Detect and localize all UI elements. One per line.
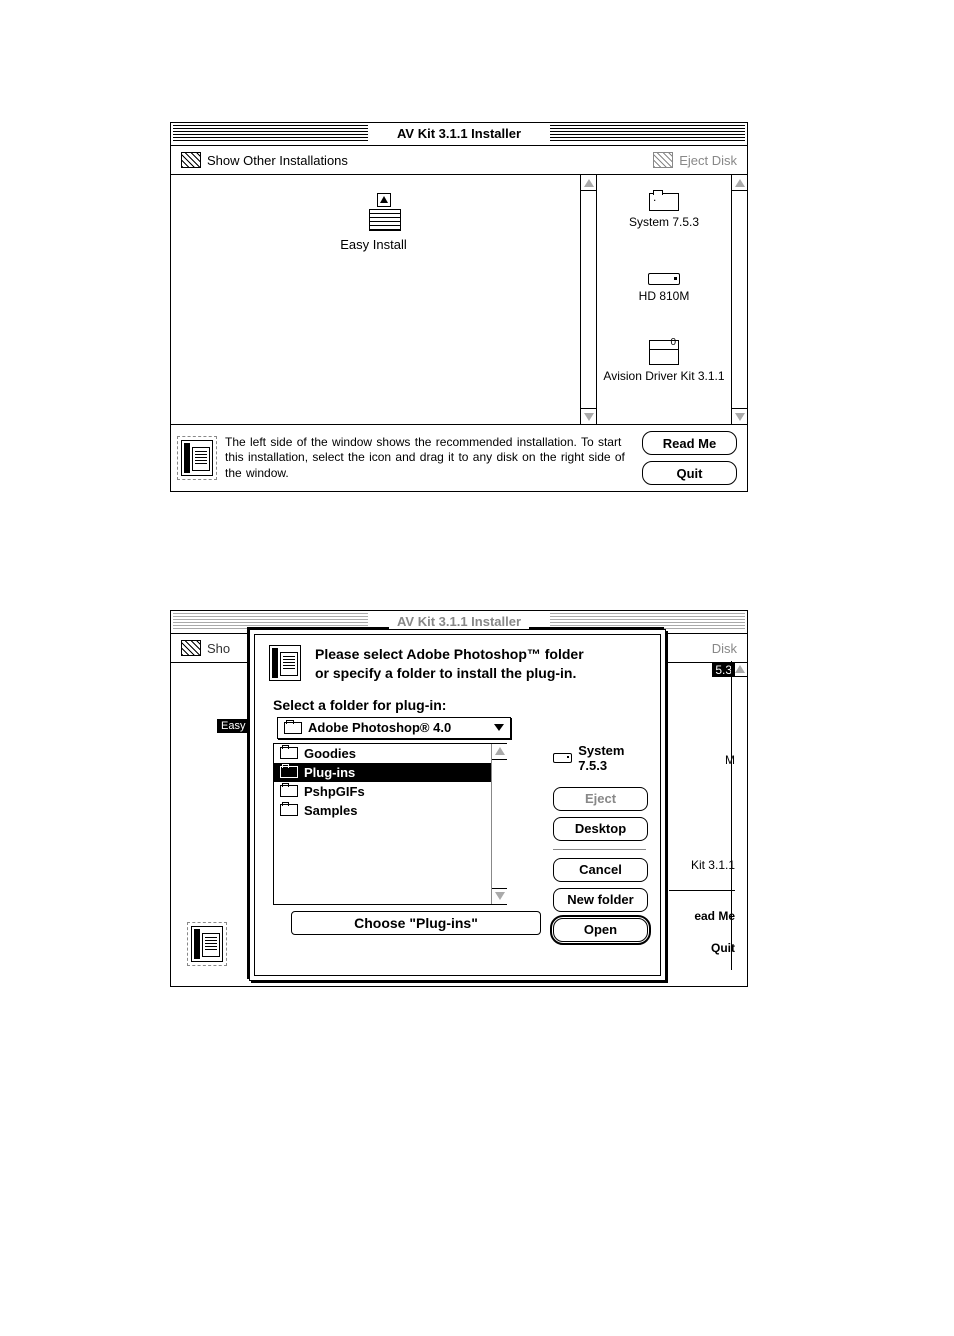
choose-button[interactable]: Choose "Plug-ins": [291, 911, 541, 935]
list-item[interactable]: Goodies: [274, 744, 506, 763]
disk-item[interactable]: System 7.5.3: [597, 193, 731, 229]
option-label: Disk: [712, 641, 737, 656]
section-label: Select a folder for plug-in:: [255, 687, 660, 717]
installer-window-2: AV Kit 3.1.1 Installer Sho Disk Easy 5.3…: [170, 610, 748, 987]
quit-button[interactable]: Quit: [642, 461, 737, 485]
disk-label: System 7.5.3: [597, 215, 731, 229]
open-button[interactable]: Open: [553, 918, 648, 942]
desktop-button[interactable]: Desktop: [553, 817, 648, 841]
dialog-heading: Please select Adobe Photoshop™ folder or…: [315, 645, 584, 683]
disk-item[interactable]: Avision Driver Kit 3.1.1: [597, 340, 731, 383]
choose-label: Choose "Plug-ins": [354, 915, 478, 931]
bg-scrollbar: [731, 661, 747, 970]
bg-label: M: [669, 753, 735, 767]
list-item[interactable]: Plug-ins: [274, 763, 506, 782]
harddisk-icon: [648, 273, 680, 285]
bottom-panel: The left side of the window shows the re…: [171, 425, 747, 491]
show-other-installations[interactable]: Show Other Installations: [181, 152, 348, 168]
eject-disk: Eject Disk: [653, 152, 737, 168]
disk-label: System 7.5.3: [578, 743, 646, 773]
installations-pane[interactable]: Easy Install: [171, 175, 597, 425]
scrollbar[interactable]: [731, 175, 747, 424]
disk-label: HD 810M: [597, 289, 731, 303]
scroll-up-icon: [495, 747, 505, 755]
option-label: Sho: [207, 641, 230, 656]
bg-label: Kit 3.1.1: [669, 858, 735, 872]
list-item[interactable]: Samples: [274, 801, 506, 820]
readme-button[interactable]: Read Me: [642, 431, 737, 455]
background-right-column: 5.3 M Kit 3.1.1 ead Me Quit: [669, 663, 735, 973]
harddisk-icon: [553, 753, 572, 763]
list-item[interactable]: PshpGIFs: [274, 782, 506, 801]
folder-popup[interactable]: Adobe Photoshop® 4.0: [277, 717, 511, 739]
bg-readme: ead Me: [669, 909, 735, 923]
folder-icon: [280, 785, 298, 797]
hatch-icon: [181, 152, 201, 168]
window-title: AV Kit 3.1.1 Installer: [389, 126, 529, 141]
eject-trunc: Disk: [712, 641, 737, 656]
scrollbar[interactable]: [580, 175, 596, 424]
installer-disk-icon: [269, 645, 301, 681]
bg-quit: Quit: [669, 941, 735, 955]
easy-install-icon[interactable]: [367, 193, 401, 231]
option-label: Show Other Installations: [207, 153, 348, 168]
list-item-label: Plug-ins: [304, 765, 355, 780]
popup-label: Adobe Photoshop® 4.0: [308, 720, 451, 735]
chevron-down-icon: [494, 724, 504, 731]
bg-installer-disk-icon: [191, 926, 225, 966]
scroll-up-icon: [584, 179, 594, 187]
folder-icon: [280, 804, 298, 816]
folder-icon: [280, 747, 298, 759]
eject-button: Eject: [553, 787, 648, 811]
floppy-icon: [649, 340, 679, 365]
list-item-label: Samples: [304, 803, 357, 818]
option-label: Eject Disk: [679, 153, 737, 168]
list-item-label: Goodies: [304, 746, 356, 761]
option-bar: Show Other Installations Eject Disk: [171, 146, 747, 175]
scroll-down-icon: [735, 413, 745, 421]
list-item-label: PshpGIFs: [304, 784, 365, 799]
installer-disk-icon[interactable]: [181, 440, 213, 476]
disks-pane[interactable]: System 7.5.3 HD 810M Avision Driver Kit …: [597, 175, 747, 425]
system-folder-icon: [649, 193, 679, 211]
titlebar[interactable]: AV Kit 3.1.1 Installer: [171, 123, 747, 146]
window-title: AV Kit 3.1.1 Installer: [389, 614, 529, 629]
show-other-trunc: Sho: [181, 640, 230, 656]
folder-icon: [280, 766, 298, 778]
folder-list[interactable]: Goodies Plug-ins PshpGIFs Samples: [273, 743, 507, 905]
scroll-up-icon: [735, 179, 745, 187]
easy-install-label: Easy Install: [171, 237, 576, 252]
cancel-button[interactable]: Cancel: [553, 858, 648, 882]
scroll-down-icon: [495, 892, 505, 900]
info-text: The left side of the window shows the re…: [225, 435, 630, 482]
easy-tag: Easy: [217, 719, 249, 733]
newfolder-button[interactable]: New folder: [553, 888, 648, 912]
disk-label: Avision Driver Kit 3.1.1: [597, 369, 731, 383]
scroll-up-icon: [735, 665, 745, 673]
hatch-icon: [653, 152, 673, 168]
folder-open-icon: [284, 722, 302, 734]
installer-window-1: AV Kit 3.1.1 Installer Show Other Instal…: [170, 122, 748, 492]
scroll-down-icon: [584, 413, 594, 421]
scrollbar[interactable]: [491, 744, 507, 904]
current-disk[interactable]: System 7.5.3: [553, 743, 646, 773]
hatch-icon: [181, 640, 201, 656]
disk-item[interactable]: HD 810M: [597, 273, 731, 303]
folder-picker-dialog: Please select Adobe Photoshop™ folder or…: [249, 629, 666, 981]
